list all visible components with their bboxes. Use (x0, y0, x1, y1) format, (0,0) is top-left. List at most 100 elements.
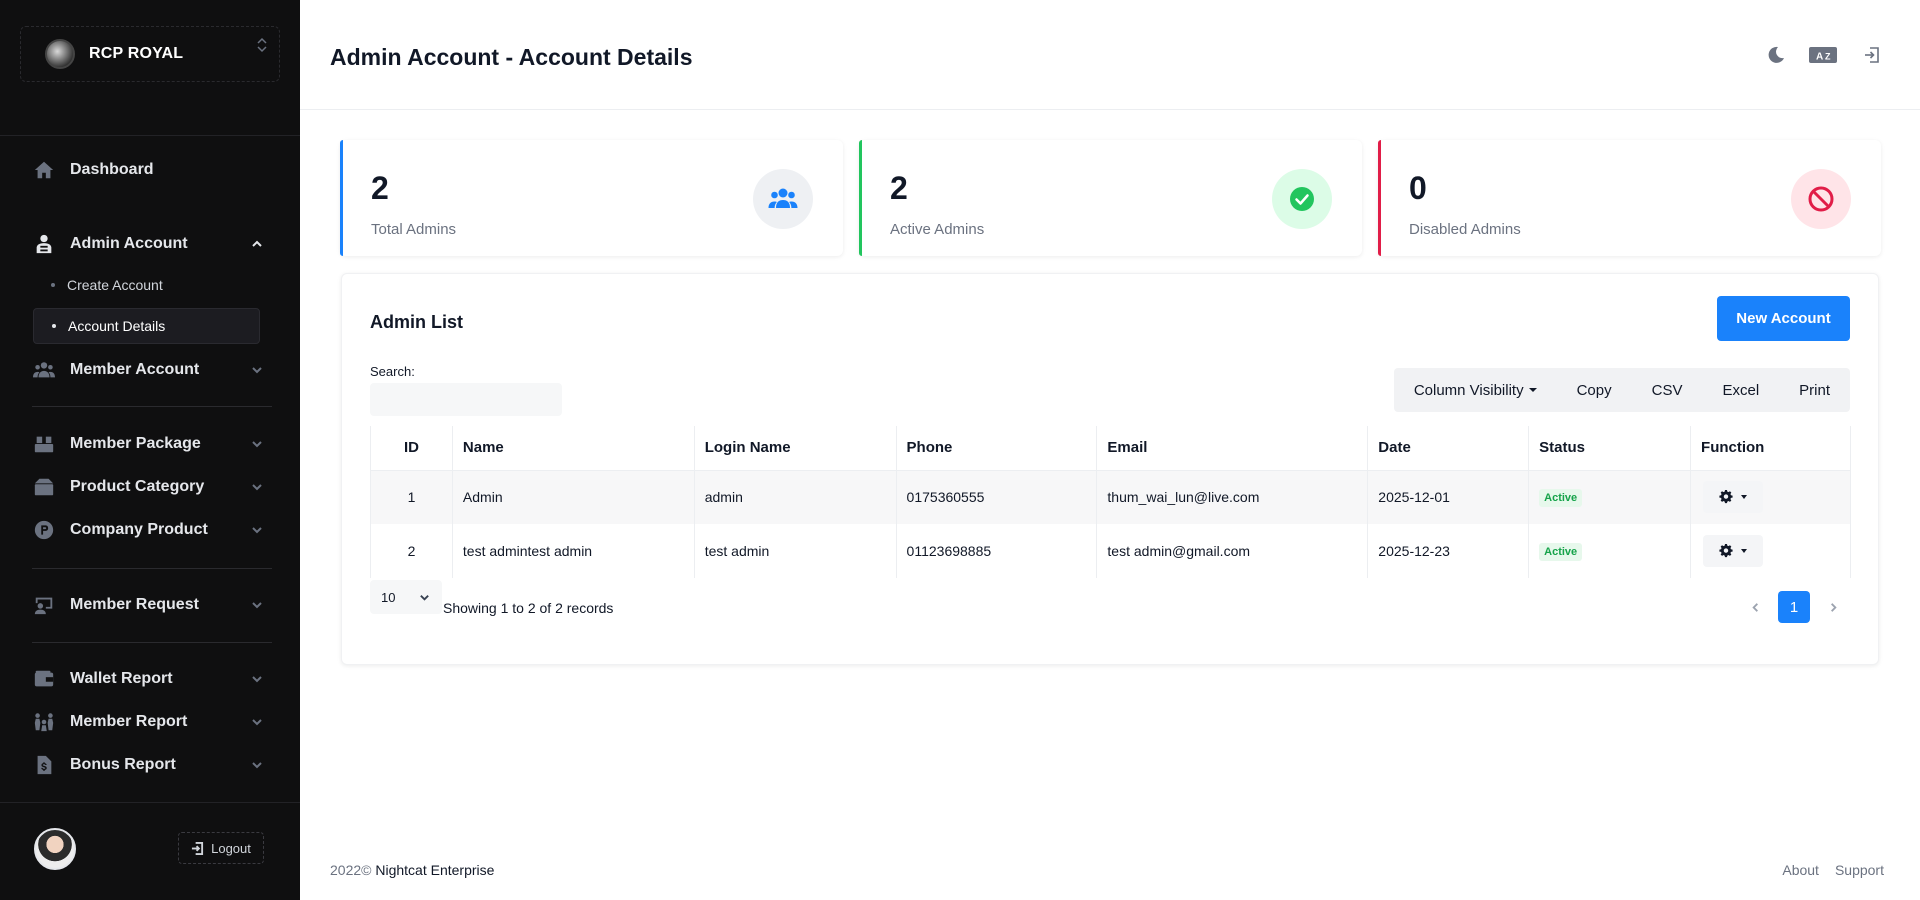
sidebar-item-product-category[interactable]: Product Category (32, 471, 272, 503)
gear-icon (1719, 544, 1733, 558)
prev-page-button[interactable] (1738, 590, 1772, 624)
avatar[interactable] (34, 828, 76, 870)
stat-card-active-admins: 2 Active Admins (859, 140, 1362, 256)
sidebar-item-dashboard[interactable]: Dashboard (32, 154, 272, 186)
stat-value: 2 (371, 170, 389, 206)
status-badge: Active (1539, 488, 1583, 507)
gear-icon (1719, 490, 1733, 504)
cell-phone: 01123698885 (895, 524, 1097, 578)
column-visibility-button[interactable]: Column Visibility (1394, 368, 1557, 412)
users-icon (32, 359, 56, 381)
sidebar-separator (0, 802, 300, 803)
language-icon[interactable]: AZ (1808, 44, 1838, 66)
wallet-icon (32, 668, 56, 690)
logout-icon[interactable] (1860, 44, 1884, 66)
excel-button[interactable]: Excel (1702, 368, 1779, 412)
footer-year: 2022© (330, 862, 372, 878)
sidebar-item-member-request[interactable]: Member Request (32, 589, 272, 621)
print-button[interactable]: Print (1779, 368, 1850, 412)
cell-function (1690, 524, 1851, 578)
sidebar-subitem-create-account[interactable]: Create Account (33, 267, 260, 303)
moon-icon[interactable] (1764, 44, 1788, 66)
table-row: 2 test admintest admin test admin 011236… (370, 524, 1851, 578)
csv-button[interactable]: CSV (1632, 368, 1703, 412)
sidebar-item-admin-account[interactable]: Admin Account (32, 228, 272, 260)
check-circle-icon (1272, 169, 1332, 229)
sidebar-item-company-product[interactable]: Company Product (32, 514, 272, 546)
column-header-id[interactable]: ID (370, 426, 453, 471)
records-info: Showing 1 to 2 of 2 records (443, 600, 614, 616)
chevron-left-icon (1751, 602, 1758, 612)
column-header-date[interactable]: Date (1367, 426, 1529, 471)
logout-button[interactable]: Logout (178, 832, 264, 864)
cell-function (1690, 470, 1851, 524)
sidebar-item-member-report[interactable]: Member Report (32, 706, 272, 738)
column-header-function[interactable]: Function (1690, 426, 1851, 471)
page-button-1[interactable]: 1 (1778, 591, 1810, 623)
footer-links: About Support (1782, 862, 1884, 878)
footer-about-link[interactable]: About (1782, 862, 1819, 878)
sidebar-item-member-package[interactable]: Member Package (32, 428, 272, 460)
header: Admin Account - Account Details AZ (300, 0, 1920, 110)
chevron-updown-icon (257, 37, 267, 53)
column-header-email[interactable]: Email (1096, 426, 1368, 471)
copy-button[interactable]: Copy (1557, 368, 1632, 412)
logout-icon (192, 841, 204, 855)
sidebar-item-member-account[interactable]: Member Account (32, 354, 272, 386)
cell-status: Active (1528, 470, 1691, 524)
admin-table: ID Name Login Name Phone Email Date Stat… (370, 426, 1851, 578)
sidebar-item-bonus-report[interactable]: Bonus Report (32, 749, 272, 781)
footer-company-link[interactable]: Nightcat Enterprise (375, 862, 494, 878)
svg-text:A: A (1816, 52, 1823, 63)
footer-copyright: 2022© Nightcat Enterprise (330, 862, 494, 878)
list-title: Admin List (370, 312, 463, 332)
column-header-name[interactable]: Name (451, 426, 695, 471)
chevron-right-icon (1830, 602, 1837, 612)
sidebar-separator (0, 135, 300, 136)
brand-name: RCP ROYAL (89, 45, 184, 62)
brand-switcher[interactable]: RCP ROYAL (20, 26, 280, 82)
chevron-down-icon (420, 594, 429, 601)
row-actions-button[interactable] (1703, 481, 1764, 514)
search-label: Search: (370, 364, 415, 379)
home-icon (32, 159, 56, 181)
stat-label: Total Admins (371, 221, 457, 238)
table-row: 1 Admin admin 0175360555 thum_wai_lun@li… (370, 470, 1851, 524)
sidebar-subitem-account-details[interactable]: Account Details (33, 308, 260, 344)
column-header-login-name[interactable]: Login Name (693, 426, 897, 471)
sidebar-item-wallet-report[interactable]: Wallet Report (32, 663, 272, 695)
sidebar-divider (32, 568, 272, 569)
footer-support-link[interactable]: Support (1835, 862, 1884, 878)
pagination: 1 (1738, 590, 1850, 624)
chevron-up-icon (250, 237, 264, 251)
cell-date: 2025-12-23 (1367, 524, 1529, 578)
next-page-button[interactable] (1816, 590, 1850, 624)
search-input[interactable] (370, 383, 562, 416)
admin-icon (32, 233, 56, 255)
row-actions-button[interactable] (1703, 535, 1764, 567)
chevron-down-icon (250, 437, 264, 451)
chevron-down-icon (250, 523, 264, 537)
cell-date: 2025-12-01 (1367, 470, 1529, 524)
package-icon (32, 433, 56, 455)
users-icon (753, 169, 813, 229)
new-account-button[interactable]: New Account (1717, 296, 1850, 341)
cell-email: thum_wai_lun@live.com (1096, 470, 1368, 524)
table-header-row: ID Name Login Name Phone Email Date Stat… (370, 426, 1851, 471)
chevron-down-icon (250, 715, 264, 729)
cell-name: test admintest admin (451, 524, 695, 578)
chevron-down-icon (250, 758, 264, 772)
chevron-down-icon (250, 672, 264, 686)
bullet-dot (52, 324, 56, 328)
column-header-phone[interactable]: Phone (895, 426, 1097, 471)
stat-accent-bar (340, 140, 343, 256)
caret-down-icon (1741, 549, 1748, 553)
stat-card-total-admins: 2 Total Admins (340, 140, 843, 256)
brand-logo (45, 39, 75, 69)
cell-id: 1 (370, 470, 453, 524)
cell-name: Admin (451, 470, 695, 524)
page-length-value: 10 (381, 589, 396, 605)
caret-down-icon (1741, 495, 1748, 500)
page-length-select[interactable]: 10 (370, 580, 442, 614)
column-header-status[interactable]: Status (1528, 426, 1691, 471)
